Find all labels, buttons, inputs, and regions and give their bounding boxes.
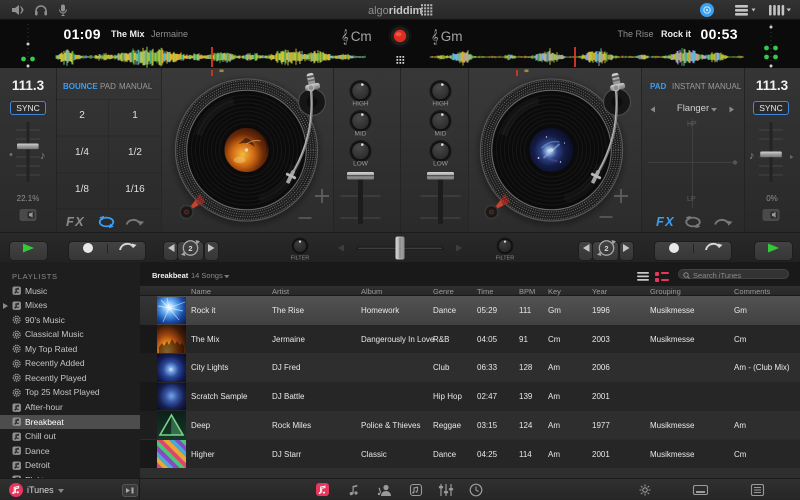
svg-text:LP: LP [687,196,696,203]
svg-text:♪: ♪ [749,150,755,162]
svg-text:FILTER: FILTER [496,256,515,262]
svg-text:2: 2 [188,244,192,253]
svg-text:MID: MID [435,131,447,138]
svg-text:LOW: LOW [353,161,369,168]
svg-text:HIGH: HIGH [432,101,449,108]
svg-text:algoriddim: algoriddim [368,5,423,17]
svg-text:HP: HP [687,121,697,128]
svg-text:HIGH: HIGH [352,101,369,108]
svg-text:2: 2 [604,244,608,253]
svg-text:MID: MID [355,131,367,138]
svg-text:♪: ♪ [40,150,46,162]
svg-text:LOW: LOW [433,161,449,168]
svg-text:FILTER: FILTER [291,256,310,262]
